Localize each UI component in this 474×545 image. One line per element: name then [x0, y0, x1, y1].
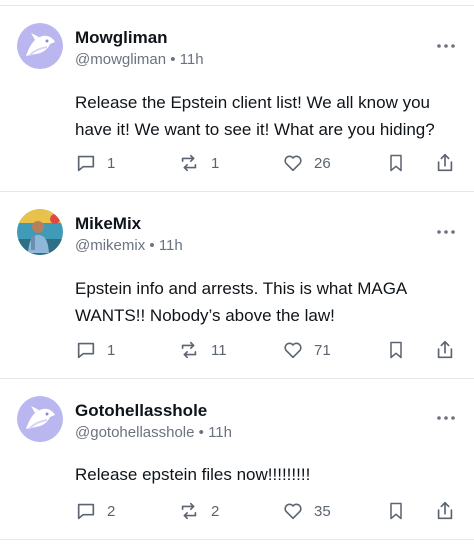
reply-button[interactable]: 1: [75, 338, 115, 362]
like-icon: [284, 155, 302, 172]
post-text: Epstein info and arrests. This is what M…: [75, 279, 407, 325]
post-actions: 1 11 71: [0, 338, 474, 362]
like-count: 71: [314, 341, 331, 359]
more-icon[interactable]: [436, 415, 456, 421]
reply-icon: [77, 342, 95, 359]
more-icon[interactable]: [436, 43, 456, 49]
author-name[interactable]: MikeMix: [75, 214, 141, 234]
reply-button[interactable]: 2: [75, 499, 115, 523]
like-button[interactable]: 26: [282, 151, 331, 175]
share-icon: [437, 501, 453, 520]
meta-separator: •: [166, 51, 180, 68]
post-feed: Mowgliman @mowgliman • 11h Release the E…: [0, 0, 474, 545]
like-icon: [284, 503, 302, 520]
author-name[interactable]: Mowgliman: [75, 28, 168, 48]
author-meta: @gotohellasshole • 11h: [75, 424, 232, 441]
avatar[interactable]: [17, 396, 63, 442]
reply-count: 2: [107, 502, 116, 520]
more-icon[interactable]: [436, 229, 456, 235]
reply-icon: [77, 155, 95, 172]
repost-icon: [181, 341, 197, 359]
share-button[interactable]: [434, 151, 456, 175]
post-actions: 2 2 35: [0, 499, 474, 523]
photo-avatar-icon: [17, 209, 63, 255]
author-name[interactable]: Gotohellasshole: [75, 401, 207, 421]
bookmark-button[interactable]: [386, 151, 406, 175]
bookmark-icon: [390, 341, 402, 359]
like-count: 35: [314, 502, 331, 520]
repost-button[interactable]: 1: [177, 151, 219, 175]
post-actions: 1 1 26: [0, 151, 474, 175]
author-handle[interactable]: @mikemix: [75, 237, 145, 254]
repost-button[interactable]: 11: [177, 338, 227, 362]
reply-count: 1: [107, 154, 116, 172]
reply-count: 1: [107, 341, 116, 359]
repost-count: 1: [211, 154, 220, 172]
post-text: Release epstein files now!!!!!!!!!: [75, 465, 311, 484]
divider: [0, 378, 474, 379]
repost-count: 2: [211, 502, 220, 520]
repost-count: 11: [211, 341, 227, 359]
reply-button[interactable]: 1: [75, 151, 115, 175]
post-time[interactable]: 11h: [180, 51, 204, 68]
share-icon: [437, 340, 453, 359]
post-time[interactable]: 11h: [159, 237, 183, 254]
bird-avatar-icon: [17, 396, 63, 442]
avatar[interactable]: [17, 23, 63, 69]
repost-icon: [181, 154, 197, 172]
post-time[interactable]: 11h: [208, 424, 232, 441]
bookmark-icon: [390, 502, 402, 520]
bookmark-button[interactable]: [386, 338, 406, 362]
meta-separator: •: [145, 237, 159, 254]
like-icon: [284, 342, 302, 359]
repost-icon: [181, 502, 197, 520]
like-count: 26: [314, 154, 331, 172]
divider: [0, 5, 474, 6]
like-button[interactable]: 35: [282, 499, 331, 523]
author-handle[interactable]: @gotohellasshole: [75, 424, 194, 441]
author-handle[interactable]: @mowgliman: [75, 51, 166, 68]
divider: [0, 539, 474, 540]
avatar[interactable]: [17, 209, 63, 255]
share-button[interactable]: [434, 338, 456, 362]
bookmark-icon: [390, 154, 402, 172]
repost-button[interactable]: 2: [177, 499, 219, 523]
like-button[interactable]: 71: [282, 338, 331, 362]
bookmark-button[interactable]: [386, 499, 406, 523]
divider: [0, 191, 474, 192]
reply-icon: [77, 503, 95, 520]
author-meta: @mowgliman • 11h: [75, 51, 204, 68]
post-text: Release the Epstein client list! We all …: [75, 93, 435, 139]
author-meta: @mikemix • 11h: [75, 237, 183, 254]
share-button[interactable]: [434, 499, 456, 523]
meta-separator: •: [194, 424, 209, 441]
share-icon: [437, 153, 453, 172]
bird-avatar-icon: [17, 23, 63, 69]
